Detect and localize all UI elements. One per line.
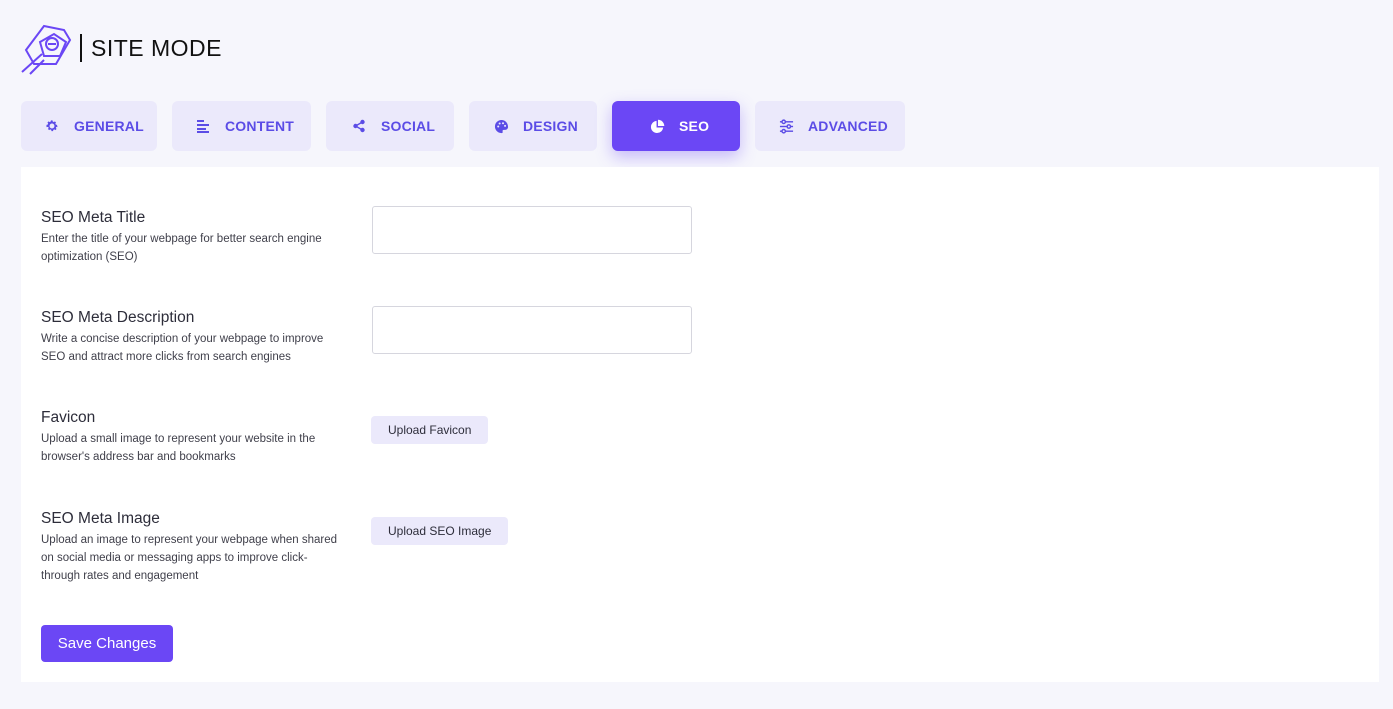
meta-title-label: SEO Meta Title (41, 209, 146, 226)
tab-social[interactable]: SOCIAL (326, 101, 454, 151)
tab-label: SEO (679, 118, 710, 134)
meta-description-description: Write a concise description of your webp… (41, 333, 324, 363)
tab-general[interactable]: GENERAL (21, 101, 157, 151)
logo-divider (80, 34, 82, 62)
tab-label: ADVANCED (808, 118, 888, 134)
upload-favicon-button[interactable]: Upload Favicon (371, 416, 489, 444)
sliders-icon (778, 118, 794, 134)
tab-seo[interactable]: SEO (612, 101, 740, 151)
tab-label: GENERAL (74, 118, 144, 134)
meta-description-input[interactable] (372, 306, 692, 354)
gear-icon (44, 118, 60, 134)
favicon-description: Upload a small image to represent your w… (41, 433, 316, 463)
meta-title-description: Enter the title of your webpage for bett… (41, 233, 322, 263)
seo-settings-panel: SEO Meta Title Enter the title of your w… (21, 167, 1379, 682)
tab-label: DESIGN (523, 118, 578, 134)
meta-image-label: SEO Meta Image (41, 510, 160, 527)
tab-advanced[interactable]: ADVANCED (755, 101, 905, 151)
favicon-label: Favicon (41, 409, 96, 426)
save-changes-button[interactable]: Save Changes (41, 625, 173, 662)
meta-title-row: SEO Meta Title Enter the title of your w… (41, 209, 341, 266)
palette-icon (493, 118, 509, 134)
meta-image-row: SEO Meta Image Upload an image to repres… (41, 510, 341, 585)
settings-tabs: GENERAL CONTENT SOCIAL DESIGN SEO ADVANC… (21, 101, 905, 151)
favicon-row: Favicon Upload a small image to represen… (41, 409, 341, 466)
meta-image-description: Upload an image to represent your webpag… (41, 534, 337, 582)
tab-content[interactable]: CONTENT (172, 101, 311, 151)
tab-label: CONTENT (225, 118, 295, 134)
share-icon (351, 118, 367, 134)
tab-label: SOCIAL (381, 118, 436, 134)
site-mode-logo-icon (21, 24, 72, 75)
meta-description-label: SEO Meta Description (41, 309, 195, 326)
meta-title-input[interactable] (372, 206, 692, 254)
brand-name: SITE MODE (91, 34, 223, 61)
upload-seo-image-button[interactable]: Upload SEO Image (371, 517, 509, 545)
pie-chart-icon (649, 118, 665, 134)
meta-description-row: SEO Meta Description Write a concise des… (41, 309, 341, 366)
align-left-icon (195, 118, 211, 134)
tab-design[interactable]: DESIGN (469, 101, 597, 151)
header: SITE MODE (20, 20, 222, 76)
